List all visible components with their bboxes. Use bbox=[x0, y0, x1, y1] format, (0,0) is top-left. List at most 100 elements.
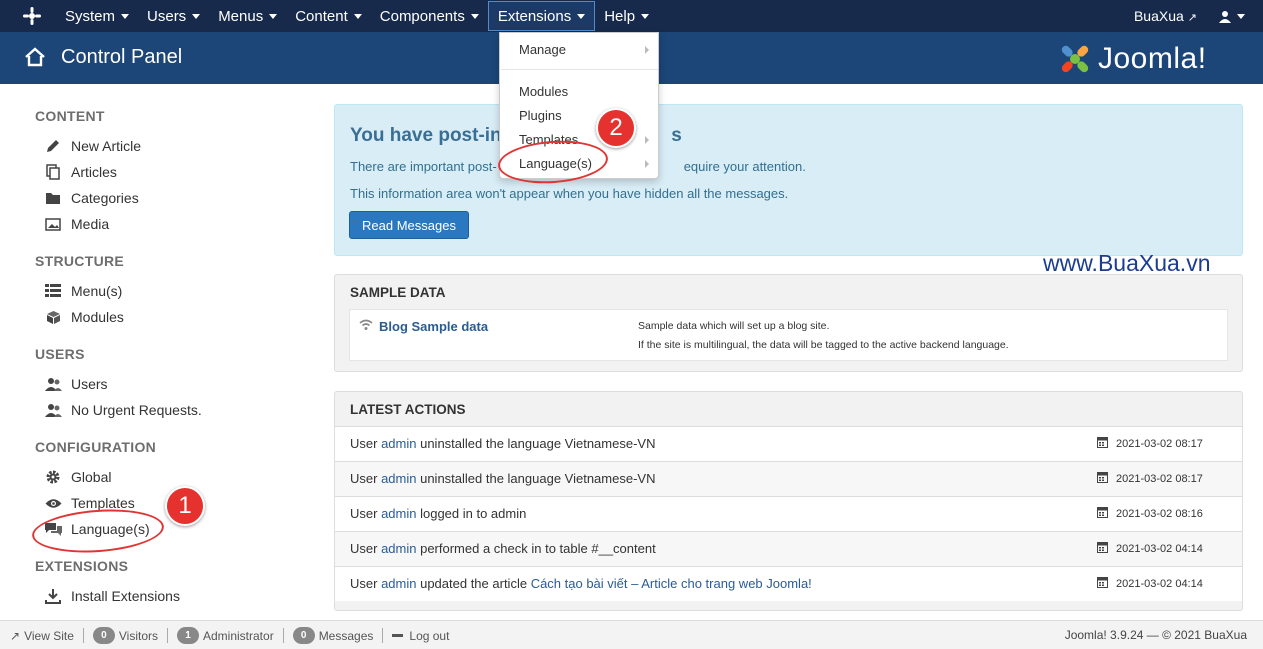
sidebar-item-label: No Urgent Requests. bbox=[71, 402, 202, 418]
chevron-right-icon bbox=[645, 46, 649, 54]
action-description: logged in to admin bbox=[416, 506, 527, 521]
messages-link[interactable]: 0 Messages bbox=[292, 627, 373, 644]
action-date: 2021-03-02 04:14 bbox=[1097, 542, 1203, 556]
sidebar-item-users[interactable]: Users bbox=[44, 376, 108, 392]
caret-down-icon bbox=[353, 13, 362, 19]
menu-help[interactable]: Help bbox=[595, 0, 658, 32]
action-article-link[interactable]: Cách tạo bài viết – Article cho trang we… bbox=[531, 576, 812, 591]
menu-menus[interactable]: Menus bbox=[209, 0, 286, 32]
users-icon bbox=[44, 402, 62, 418]
download-icon bbox=[44, 588, 62, 604]
menu-extensions[interactable]: Extensions bbox=[487, 1, 596, 31]
post-install-alert: You have post-ins s There are important p… bbox=[334, 104, 1243, 256]
action-text: User admin logged in to admin bbox=[350, 506, 526, 521]
view-site-label: View Site bbox=[24, 628, 74, 643]
sidebar-item-categories[interactable]: Categories bbox=[44, 190, 139, 206]
caret-down-icon bbox=[121, 13, 130, 19]
alert-title-end: s bbox=[671, 125, 682, 146]
main-menu: System Users Menus Content Components Ex… bbox=[56, 0, 658, 32]
list-icon bbox=[44, 283, 62, 299]
menu-users[interactable]: Users bbox=[138, 0, 209, 32]
sidebar-item-label: Modules bbox=[71, 309, 124, 325]
sidebar-item-label: Categories bbox=[71, 190, 139, 206]
administrator-badge: 1 bbox=[177, 627, 199, 644]
calendar-icon bbox=[1097, 542, 1108, 556]
sidebar-item-menus[interactable]: Menu(s) bbox=[44, 283, 122, 299]
joomla-logo-icon[interactable] bbox=[22, 6, 42, 26]
sidebar-item-install-extensions[interactable]: Install Extensions bbox=[44, 588, 180, 604]
status-footer: ↗ View Site 0 Visitors 1 Administrator 0 Mes… bbox=[0, 620, 1263, 649]
action-user-link[interactable]: admin bbox=[381, 541, 416, 556]
action-user-link[interactable]: admin bbox=[381, 471, 416, 486]
administrator-link[interactable]: 1 Administrator bbox=[177, 627, 274, 644]
copy-icon bbox=[44, 164, 62, 180]
sidebar-item-label: Install Extensions bbox=[71, 588, 180, 604]
alert-title-text: You have post-ins bbox=[350, 125, 513, 146]
image-icon bbox=[44, 216, 62, 232]
view-site-link[interactable]: ↗ View Site bbox=[10, 629, 74, 643]
dropdown-item-plugins[interactable]: Plugins bbox=[519, 108, 562, 123]
menu-help-label: Help bbox=[604, 7, 636, 25]
cube-icon bbox=[44, 309, 62, 325]
visitors-badge: 0 bbox=[92, 627, 115, 644]
menu-system[interactable]: System bbox=[56, 0, 138, 32]
action-date-text: 2021-03-02 08:16 bbox=[1116, 508, 1203, 520]
caret-down-icon bbox=[641, 13, 650, 19]
minus-icon bbox=[392, 634, 404, 637]
action-prefix: User bbox=[350, 436, 382, 451]
menu-content[interactable]: Content bbox=[286, 0, 371, 32]
sidebar-item-no-urgent-requests[interactable]: No Urgent Requests. bbox=[44, 402, 202, 418]
sidebar-item-media[interactable]: Media bbox=[44, 216, 109, 232]
top-navbar: System Users Menus Content Components Ex… bbox=[0, 0, 1263, 32]
footer-divider bbox=[82, 628, 84, 643]
administrator-label: Administrator bbox=[203, 628, 274, 643]
watermark: www.BuaXua.vn bbox=[1043, 250, 1211, 276]
blog-sample-data-link[interactable]: Blog Sample data bbox=[379, 319, 488, 334]
latest-actions-title: LATEST ACTIONS bbox=[350, 402, 466, 417]
action-user-link[interactable]: admin bbox=[381, 506, 416, 521]
site-link-label: BuaXua bbox=[1133, 8, 1184, 24]
footer-divider bbox=[167, 628, 168, 643]
caret-down-icon bbox=[1237, 13, 1245, 19]
logout-link[interactable]: Log out bbox=[392, 629, 449, 643]
action-user-link[interactable]: admin bbox=[381, 436, 416, 451]
sidebar-heading-extensions: EXTENSIONS bbox=[35, 558, 129, 574]
calendar-icon bbox=[1097, 437, 1108, 451]
home-icon bbox=[24, 47, 46, 70]
action-description: updated the article bbox=[416, 576, 531, 591]
dropdown-item-modules[interactable]: Modules bbox=[519, 84, 568, 99]
action-text: User admin performed a check in to table… bbox=[350, 541, 656, 556]
sidebar-heading-content: CONTENT bbox=[35, 108, 105, 124]
action-prefix: User bbox=[350, 506, 382, 521]
sidebar-item-new-article[interactable]: New Article bbox=[44, 138, 141, 154]
action-text: User admin updated the article Cách tạo … bbox=[350, 576, 812, 591]
logout-label: Log out bbox=[409, 628, 450, 643]
action-date-text: 2021-03-02 08:17 bbox=[1116, 438, 1203, 450]
external-link-icon: ↗ bbox=[10, 628, 21, 643]
footer-divider bbox=[282, 628, 284, 643]
site-link[interactable]: BuaXua ↗ bbox=[1134, 8, 1197, 24]
sidebar-item-modules[interactable]: Modules bbox=[44, 309, 124, 325]
sidebar-item-label: Users bbox=[71, 376, 108, 392]
latest-actions-panel: LATEST ACTIONS User admin uninstalled th… bbox=[334, 391, 1243, 611]
alert-line2: This information area won't appear when … bbox=[350, 186, 789, 201]
action-text: User admin uninstalled the language Viet… bbox=[350, 471, 655, 486]
sidebar-item-templates[interactable]: Templates bbox=[44, 495, 135, 511]
action-date-text: 2021-03-02 08:17 bbox=[1116, 473, 1203, 485]
sample-data-row: Blog Sample data Sample data which will … bbox=[349, 309, 1228, 361]
chevron-right-icon bbox=[645, 136, 649, 144]
sidebar-item-label: Templates bbox=[71, 495, 135, 511]
menu-components[interactable]: Components bbox=[371, 0, 488, 32]
read-messages-button[interactable]: Read Messages bbox=[349, 211, 469, 239]
action-description: uninstalled the language Vietnamese-VN bbox=[416, 436, 656, 451]
visitors-link[interactable]: 0 Visitors bbox=[92, 627, 158, 644]
user-menu[interactable] bbox=[1219, 10, 1245, 23]
dropdown-item-manage[interactable]: Manage bbox=[519, 42, 566, 57]
action-user-link[interactable]: admin bbox=[381, 576, 416, 591]
action-date: 2021-03-02 04:14 bbox=[1097, 577, 1203, 591]
sidebar-item-global[interactable]: Global bbox=[44, 469, 111, 485]
action-row: User admin updated the article Cách tạo … bbox=[335, 566, 1242, 601]
sample-data-desc1: Sample data which will set up a blog sit… bbox=[638, 320, 830, 332]
sample-data-title: SAMPLE DATA bbox=[350, 285, 446, 300]
sidebar-item-articles[interactable]: Articles bbox=[44, 164, 117, 180]
